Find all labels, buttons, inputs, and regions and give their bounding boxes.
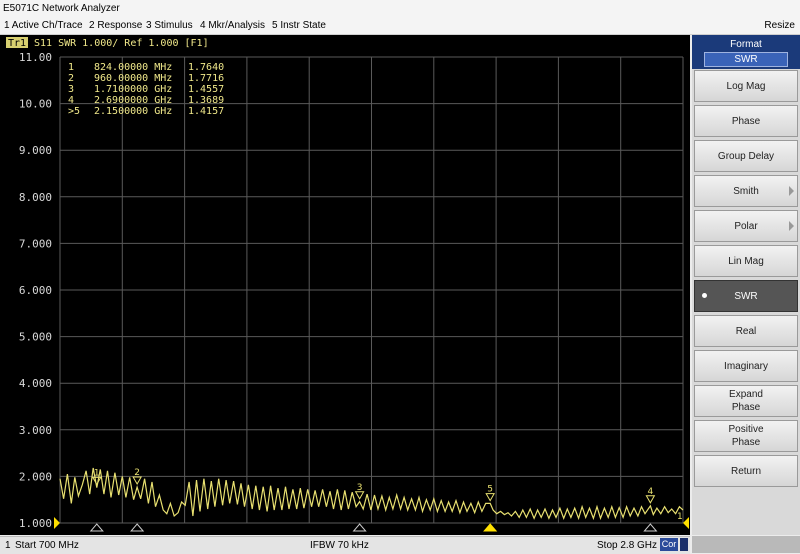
y-tick-label: 4.000 [19, 377, 52, 390]
stimulus-marker-4[interactable] [643, 523, 658, 532]
marker-5-label: 5 [487, 485, 493, 495]
marker-2-label: 2 [134, 468, 140, 478]
resize-button[interactable]: Resize [764, 20, 795, 31]
softkey-label: Positive Phase [728, 424, 764, 448]
status-ifbw: IFBW 70 kHz [310, 540, 369, 551]
window-title: E5071C Network Analyzer [3, 3, 120, 14]
status-bar-right [692, 536, 800, 553]
submenu-arrow-icon [789, 186, 794, 196]
y-tick-label: 5.000 [19, 331, 52, 344]
trace-display: 11.00 10.00 9.000 8.000 7.000 6.000 5.000 4.000… [0, 35, 690, 535]
reference-left-arrow-icon [54, 517, 60, 529]
marker-table-id: >5 [68, 106, 80, 117]
softkey-lin-mag[interactable]: Lin Mag [694, 245, 798, 277]
marker-table-value: 1.7640 [188, 62, 224, 73]
status-bar: 1 Start 700 MHz IFBW 70 kHz Stop 2.8 GHz… [0, 536, 690, 554]
softkey-panel: Format SWR Log Mag Phase Group Delay Smith P… [692, 35, 800, 535]
menu-mkr-analysis[interactable]: 4 Mkr/Analysis [200, 20, 265, 31]
y-tick-label: 8.000 [19, 191, 52, 204]
format-current-value: SWR [704, 52, 788, 67]
softkey-label: Smith [733, 185, 759, 197]
stimulus-marker-3[interactable] [352, 523, 367, 532]
status-indicator [680, 538, 688, 551]
softkey-expand-phase[interactable]: Expand Phase [694, 385, 798, 417]
marker-table-freq: 2.6900000 GHz [94, 95, 172, 106]
title-bar: E5071C Network Analyzer [0, 0, 800, 18]
marker-table-value: 1.4557 [188, 84, 224, 95]
y-tick-label: 6.000 [19, 284, 52, 297]
marker-table-id: 3 [68, 84, 74, 95]
softkey-label: Lin Mag [728, 255, 764, 267]
softkey-return[interactable]: Return [694, 455, 798, 487]
marker-table-freq: 960.00000 MHz [94, 73, 172, 84]
stimulus-marker-5[interactable] [483, 523, 498, 532]
marker-table-id: 2 [68, 73, 74, 84]
marker-3-label: 3 [357, 483, 363, 493]
marker-table-freq: 2.1500000 GHz [94, 106, 172, 117]
softkey-positive-phase[interactable]: Positive Phase [694, 420, 798, 452]
correction-badge[interactable]: Cor [660, 538, 678, 551]
status-channel: 1 [5, 540, 11, 551]
status-stop: Stop 2.8 GHz [597, 540, 658, 551]
menu-instr-state[interactable]: 5 Instr State [272, 20, 326, 31]
marker-table-value: 1.3689 [188, 95, 224, 106]
softkey-label: Polar [734, 220, 758, 232]
y-tick-label: 1.000 [19, 517, 52, 530]
stimulus-marker-2[interactable] [130, 523, 145, 532]
format-menu-header: Format SWR [692, 35, 800, 69]
softkey-label: Expand Phase [729, 389, 763, 413]
marker-2-triangle[interactable] [132, 476, 142, 486]
softkey-swr[interactable]: SWR [694, 280, 798, 312]
menu-response[interactable]: 2 Response [89, 20, 142, 31]
softkey-group-delay[interactable]: Group Delay [694, 140, 798, 172]
softkey-real[interactable]: Real [694, 315, 798, 347]
menu-bar: 1 Active Ch/Trace 2 Response 3 Stimulus … [0, 18, 800, 35]
softkey-label: Log Mag [726, 80, 766, 92]
menu-stimulus[interactable]: 3 Stimulus [146, 20, 193, 31]
softkey-label: Phase [731, 115, 761, 127]
softkey-log-mag[interactable]: Log Mag [694, 70, 798, 102]
menu-active-ch-trace[interactable]: 1 Active Ch/Trace [4, 20, 83, 31]
trace-badge[interactable]: Tr1 [8, 38, 26, 49]
softkey-polar[interactable]: Polar [694, 210, 798, 242]
softkey-label: Group Delay [717, 150, 775, 162]
submenu-arrow-icon [789, 221, 794, 231]
reference-right-arrow-icon [683, 517, 689, 529]
y-tick-label: 10.00 [19, 98, 52, 111]
marker-4-triangle[interactable] [645, 495, 656, 504]
y-tick-label: 9.000 [19, 144, 52, 157]
softkey-label: SWR [734, 290, 758, 302]
marker-table-id: 1 [68, 62, 74, 73]
y-tick-label: 11.00 [19, 51, 52, 64]
marker-table-freq: 824.00000 MHz [94, 62, 172, 73]
softkey-imaginary[interactable]: Imaginary [694, 350, 798, 382]
softkey-label: Real [735, 325, 757, 337]
format-title: Format [730, 39, 762, 50]
marker-table-id: 4 [68, 95, 74, 106]
marker-4-label: 4 [647, 487, 653, 497]
stimulus-marker-1[interactable] [89, 523, 104, 532]
selected-dot-icon [702, 293, 707, 298]
y-tick-label: 2.000 [19, 470, 52, 483]
y-tick-label: 3.000 [19, 424, 52, 437]
softkey-smith[interactable]: Smith [694, 175, 798, 207]
trace-number-label: 1 [677, 512, 683, 522]
swr-chart: 11.00 10.00 9.000 8.000 7.000 6.000 5.000 4.000… [6, 37, 689, 532]
marker-3-triangle[interactable] [354, 491, 365, 500]
marker-table-value: 1.4157 [188, 106, 224, 117]
y-tick-label: 7.000 [19, 237, 52, 250]
marker-table-freq: 1.7100000 GHz [94, 84, 172, 95]
marker-table-value: 1.7716 [188, 73, 224, 84]
marker-1-label: 1 [94, 468, 100, 478]
softkey-phase[interactable]: Phase [694, 105, 798, 137]
status-start: Start 700 MHz [15, 540, 79, 551]
marker-1-triangle[interactable] [91, 476, 102, 486]
trace-header-text: S11 SWR 1.000/ Ref 1.000 [F1] [34, 38, 209, 49]
marker-5-triangle[interactable] [485, 493, 496, 502]
softkey-label: Return [730, 465, 761, 477]
softkey-label: Imaginary [724, 360, 768, 372]
